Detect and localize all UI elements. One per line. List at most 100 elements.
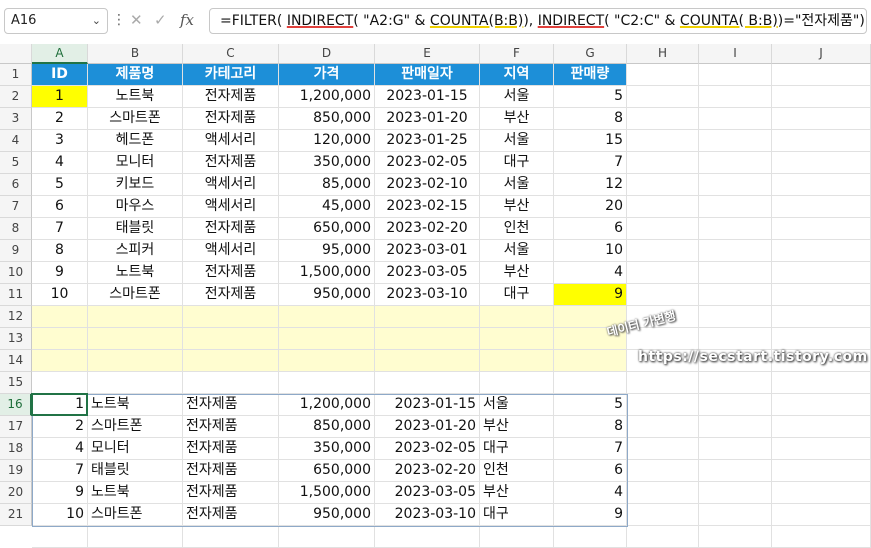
empty-cell[interactable] [480,526,554,548]
empty-cell[interactable] [627,284,699,306]
table-cell[interactable]: 5 [32,174,88,196]
empty-cell[interactable] [699,504,772,526]
band-cell[interactable] [32,328,88,350]
result-cell[interactable]: 전자제품 [183,482,279,504]
active-cell-a16[interactable] [31,393,88,416]
column-header-g[interactable]: G [554,44,627,64]
empty-cell[interactable] [627,130,699,152]
empty-cell[interactable] [772,64,871,86]
result-cell[interactable]: 9 [554,504,627,526]
table-cell[interactable]: 4 [554,262,627,284]
result-cell[interactable]: 전자제품 [183,394,279,416]
band-cell[interactable] [375,306,480,328]
column-header-j[interactable]: J [772,44,871,64]
band-cell[interactable] [279,350,375,372]
empty-cell[interactable] [183,526,279,548]
table-cell[interactable]: 전자제품 [183,152,279,174]
empty-cell[interactable] [699,416,772,438]
result-cell[interactable]: 전자제품 [183,416,279,438]
empty-cell[interactable] [627,174,699,196]
empty-cell[interactable] [772,152,871,174]
table-cell[interactable]: 8 [32,240,88,262]
column-header-f[interactable]: F [480,44,554,64]
empty-cell[interactable] [375,526,480,548]
result-cell[interactable]: 4 [554,482,627,504]
empty-cell[interactable] [772,196,871,218]
table-cell[interactable]: 950,000 [279,284,375,306]
empty-cell[interactable] [627,482,699,504]
result-cell[interactable]: 7 [554,438,627,460]
table-cell[interactable]: 2023-03-10 [375,284,480,306]
empty-cell[interactable] [772,482,871,504]
empty-cell[interactable] [699,526,772,548]
empty-cell[interactable] [772,526,871,548]
table-cell[interactable]: 서울 [480,130,554,152]
band-cell[interactable] [480,350,554,372]
row-header-13[interactable]: 13 [0,328,32,350]
row-header-7[interactable]: 7 [0,196,32,218]
table-cell[interactable]: 120,000 [279,130,375,152]
table-cell[interactable]: 2023-03-01 [375,240,480,262]
empty-cell[interactable] [772,130,871,152]
result-cell[interactable]: 모니터 [88,438,183,460]
table-cell[interactable]: 전자제품 [183,86,279,108]
table-cell[interactable]: 9 [32,262,88,284]
table-cell[interactable]: 6 [554,218,627,240]
result-cell[interactable]: 전자제품 [183,504,279,526]
table-cell[interactable]: 7 [554,152,627,174]
table-cell[interactable]: 650,000 [279,218,375,240]
empty-cell[interactable] [627,240,699,262]
band-cell[interactable] [554,350,627,372]
table-cell[interactable]: 15 [554,130,627,152]
empty-cell[interactable] [772,86,871,108]
empty-cell[interactable] [772,284,871,306]
empty-cell[interactable] [627,504,699,526]
row-header-2[interactable]: 2 [0,86,32,108]
table-cell[interactable]: 2023-01-15 [375,86,480,108]
empty-cell[interactable] [699,372,772,394]
empty-cell[interactable] [699,394,772,416]
result-cell[interactable]: 부산 [480,482,554,504]
table-cell[interactable]: 대구 [480,284,554,306]
table-cell[interactable]: 4 [32,152,88,174]
table-cell[interactable]: 10 [554,240,627,262]
empty-cell[interactable] [699,482,772,504]
row-header-10[interactable]: 10 [0,262,32,284]
empty-cell[interactable] [627,86,699,108]
table-cell[interactable]: 9 [554,284,627,306]
empty-cell[interactable] [699,240,772,262]
result-cell[interactable]: 9 [32,482,88,504]
cancel-icon[interactable]: ✕ [130,11,143,29]
result-cell[interactable]: 2 [32,416,88,438]
empty-cell[interactable] [480,372,554,394]
empty-cell[interactable] [627,372,699,394]
table-cell[interactable]: 서울 [480,86,554,108]
table-cell[interactable]: 2023-01-25 [375,130,480,152]
empty-cell[interactable] [699,328,772,350]
empty-cell[interactable] [772,218,871,240]
table-cell[interactable]: 액세서리 [183,196,279,218]
empty-cell[interactable] [554,526,627,548]
table-cell[interactable]: 45,000 [279,196,375,218]
result-cell[interactable]: 태블릿 [88,460,183,482]
result-cell[interactable]: 5 [554,394,627,416]
column-header-d[interactable]: D [279,44,375,64]
empty-cell[interactable] [699,108,772,130]
row-header-12[interactable]: 12 [0,306,32,328]
table-cell[interactable]: 8 [554,108,627,130]
table-cell[interactable]: 350,000 [279,152,375,174]
column-header-i[interactable]: I [699,44,772,64]
row-header-17[interactable]: 17 [0,416,32,438]
empty-cell[interactable] [772,306,871,328]
table-cell[interactable]: 10 [32,284,88,306]
table-cell[interactable]: 12 [554,174,627,196]
result-cell[interactable]: 4 [32,438,88,460]
row-header-21[interactable]: 21 [0,504,32,526]
table-cell[interactable]: 2023-02-10 [375,174,480,196]
table-cell[interactable]: 부산 [480,262,554,284]
empty-cell[interactable] [627,460,699,482]
spreadsheet-grid[interactable]: A B C D E F G H I J 1 2 3 4 5 6 7 8 9 10 11 12 13 14 15 16 17 18 19 2… [0,44,871,548]
result-cell[interactable]: 서울 [480,394,554,416]
empty-cell[interactable] [699,262,772,284]
table-cell[interactable]: 85,000 [279,174,375,196]
